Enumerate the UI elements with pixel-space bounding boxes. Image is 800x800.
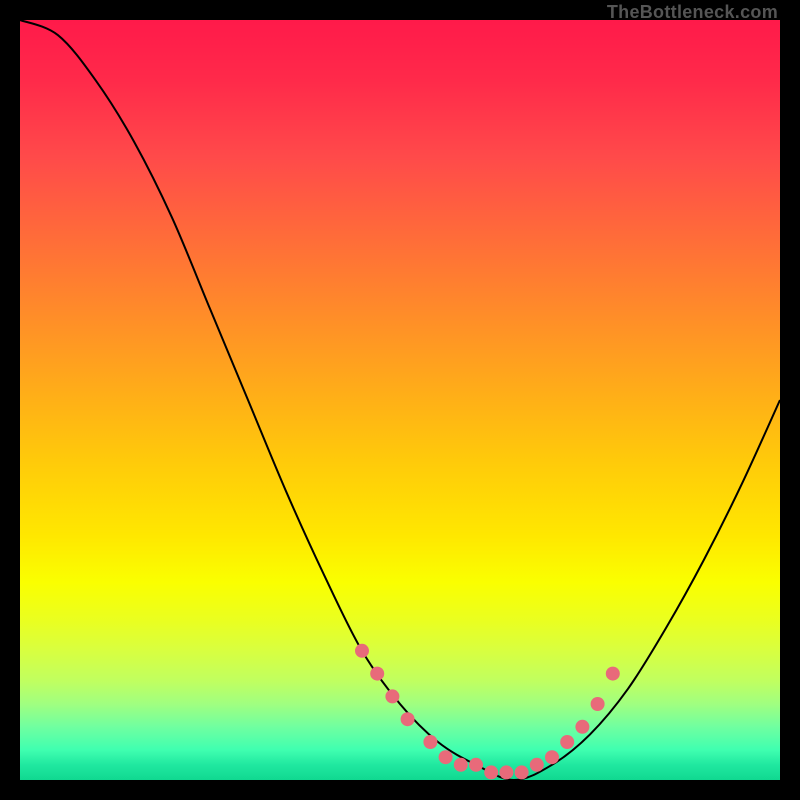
data-markers bbox=[355, 644, 620, 780]
watermark-text: TheBottleneck.com bbox=[607, 2, 778, 23]
data-marker bbox=[515, 765, 529, 779]
data-marker bbox=[385, 689, 399, 703]
chart-svg bbox=[20, 20, 780, 780]
data-marker bbox=[401, 712, 415, 726]
data-marker bbox=[591, 697, 605, 711]
data-marker bbox=[484, 765, 498, 779]
data-marker bbox=[560, 735, 574, 749]
data-marker bbox=[439, 750, 453, 764]
data-marker bbox=[499, 765, 513, 779]
data-marker bbox=[423, 735, 437, 749]
data-marker bbox=[530, 758, 544, 772]
data-marker bbox=[370, 667, 384, 681]
data-marker bbox=[545, 750, 559, 764]
data-marker bbox=[469, 758, 483, 772]
data-marker bbox=[454, 758, 468, 772]
data-marker bbox=[575, 720, 589, 734]
bottleneck-curve bbox=[20, 20, 780, 780]
data-marker bbox=[606, 667, 620, 681]
data-marker bbox=[355, 644, 369, 658]
